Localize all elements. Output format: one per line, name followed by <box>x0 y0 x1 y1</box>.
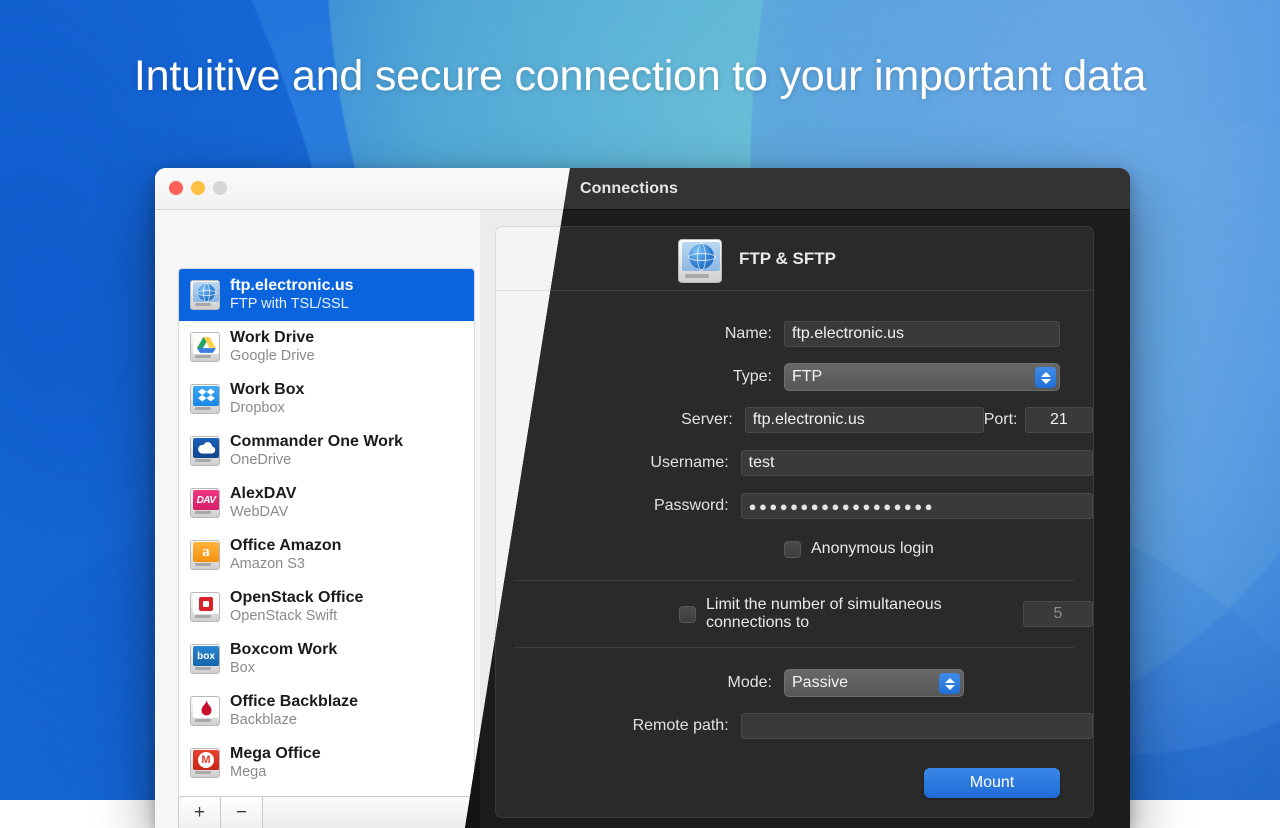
chevron-updown-icon[interactable] <box>1035 367 1056 388</box>
remote-path-label: Remote path: <box>496 717 741 735</box>
list-item[interactable]: Office Backblaze Backblaze <box>179 685 474 737</box>
mode-select-value: Passive <box>792 674 848 692</box>
detail-panel-header: FTP & SFTP <box>496 227 1093 291</box>
password-input[interactable]: ●●●●●●●●●●●●●●●●●● <box>741 493 1093 519</box>
mega-icon: M <box>190 748 220 778</box>
remove-connection-button[interactable]: − <box>221 797 263 828</box>
limit-connections-input[interactable]: 5 <box>1023 601 1093 627</box>
dropbox-icon <box>190 384 220 414</box>
sidebar: ftp.electronic.us FTP with TSL/SSL Work … <box>155 210 480 828</box>
list-item-name: Office Amazon <box>230 537 341 556</box>
panel-title: FTP & SFTP <box>739 249 836 269</box>
list-item[interactable]: M Mega Office Mega <box>179 737 474 789</box>
list-item-type: OpenStack Swift <box>230 608 363 625</box>
anonymous-login-label: Anonymous login <box>811 540 934 558</box>
add-connection-button[interactable]: + <box>179 797 221 828</box>
field-row-server: Server: ftp.electronic.us Port: 21 <box>496 407 1093 433</box>
field-row-username: Username: test <box>496 450 1093 476</box>
list-item[interactable]: OpenStack Office OpenStack Swift <box>179 581 474 633</box>
ftp-globe-drive-icon <box>190 280 220 310</box>
detail-panel: FTP & SFTP Name: ftp.electronic.us Type:… <box>495 226 1094 818</box>
list-item-type: Google Drive <box>230 348 315 365</box>
list-item-type: Backblaze <box>230 712 358 729</box>
box-icon: box <box>190 644 220 674</box>
list-item-name: OpenStack Office <box>230 589 363 608</box>
list-item[interactable]: ftp.electronic.us FTP with TSL/SSL <box>179 269 474 321</box>
username-label: Username: <box>496 454 741 472</box>
sidebar-toolbar: + − <box>178 796 475 828</box>
list-item-name: Commander One Work <box>230 433 403 452</box>
field-row-mode: Mode: Passive <box>496 670 1093 696</box>
list-item-name: Work Box <box>230 381 304 400</box>
list-item-name: AlexDAV <box>230 485 296 504</box>
onedrive-icon <box>190 436 220 466</box>
detail-pane: FTP & SFTP Name: ftp.electronic.us Type:… <box>480 210 1130 828</box>
type-select[interactable]: FTP <box>784 363 1060 391</box>
list-item-type: WebDAV <box>230 504 296 521</box>
backblaze-icon <box>190 696 220 726</box>
list-item[interactable]: Work Drive Google Drive <box>179 321 474 373</box>
list-item-name: Boxcom Work <box>230 641 337 660</box>
connection-form: Name: ftp.electronic.us Type: FTP <box>496 291 1093 817</box>
ftp-globe-drive-icon <box>678 239 722 283</box>
webdav-icon: DAV <box>190 488 220 518</box>
port-input[interactable]: 21 <box>1025 407 1093 433</box>
port-label: Port: <box>984 411 1025 429</box>
limit-connections-label: Limit the number of simultaneous connect… <box>706 596 1011 632</box>
field-row-name: Name: ftp.electronic.us <box>496 321 1093 347</box>
mode-label: Mode: <box>496 674 784 692</box>
close-button[interactable] <box>169 181 183 195</box>
type-select-value: FTP <box>792 368 822 386</box>
list-item-type: Box <box>230 660 337 677</box>
mount-button[interactable]: Mount <box>924 768 1060 798</box>
list-item[interactable]: box Boxcom Work Box <box>179 633 474 685</box>
minimize-button[interactable] <box>191 181 205 195</box>
type-label: Type: <box>496 368 784 386</box>
field-row-remote-path: Remote path: <box>496 713 1093 739</box>
list-item[interactable]: Work Box Dropbox <box>179 373 474 425</box>
username-input[interactable]: test <box>741 450 1093 476</box>
server-input[interactable]: ftp.electronic.us <box>745 407 984 433</box>
list-item-type: Dropbox <box>230 400 304 417</box>
field-row-type: Type: FTP <box>496 364 1093 390</box>
server-label: Server: <box>496 411 745 429</box>
google-drive-icon <box>190 332 220 362</box>
list-item-name: Work Drive <box>230 329 315 348</box>
list-item-type: OneDrive <box>230 452 403 469</box>
window-title: Connections <box>580 180 678 198</box>
mode-select[interactable]: Passive <box>784 669 964 697</box>
password-label: Password: <box>496 497 741 515</box>
page-headline: Intuitive and secure connection to your … <box>0 52 1280 101</box>
list-item-type: Mega <box>230 764 321 781</box>
limit-connections-checkbox[interactable] <box>679 606 696 623</box>
connections-list[interactable]: ftp.electronic.us FTP with TSL/SSL Work … <box>178 268 475 828</box>
field-row-anonymous: Anonymous login <box>496 536 1093 562</box>
list-item-type: Amazon S3 <box>230 556 341 573</box>
name-input[interactable]: ftp.electronic.us <box>784 321 1060 347</box>
remote-path-input[interactable] <box>741 713 1093 739</box>
toolbar-spacer <box>263 797 474 828</box>
list-item[interactable]: a Office Amazon Amazon S3 <box>179 529 474 581</box>
anonymous-login-checkbox[interactable] <box>784 541 801 558</box>
list-item-name: ftp.electronic.us <box>230 277 354 296</box>
app-window: ftp.electronic.us FTP with TSL/SSL Work … <box>155 168 1130 828</box>
list-item-name: Office Backblaze <box>230 693 358 712</box>
zoom-button[interactable] <box>213 181 227 195</box>
form-divider-1 <box>514 580 1075 581</box>
field-row-limit: Limit the number of simultaneous connect… <box>496 601 1093 627</box>
amazon-s3-icon: a <box>190 540 220 570</box>
list-item-name: Mega Office <box>230 745 321 764</box>
openstack-swift-icon <box>190 592 220 622</box>
form-divider-2 <box>514 647 1075 648</box>
chevron-updown-icon[interactable] <box>939 673 960 694</box>
list-item-type: FTP with TSL/SSL <box>230 296 354 313</box>
list-item[interactable]: DAV AlexDAV WebDAV <box>179 477 474 529</box>
list-item[interactable]: Commander One Work OneDrive <box>179 425 474 477</box>
field-row-password: Password: ●●●●●●●●●●●●●●●●●● <box>496 493 1093 519</box>
